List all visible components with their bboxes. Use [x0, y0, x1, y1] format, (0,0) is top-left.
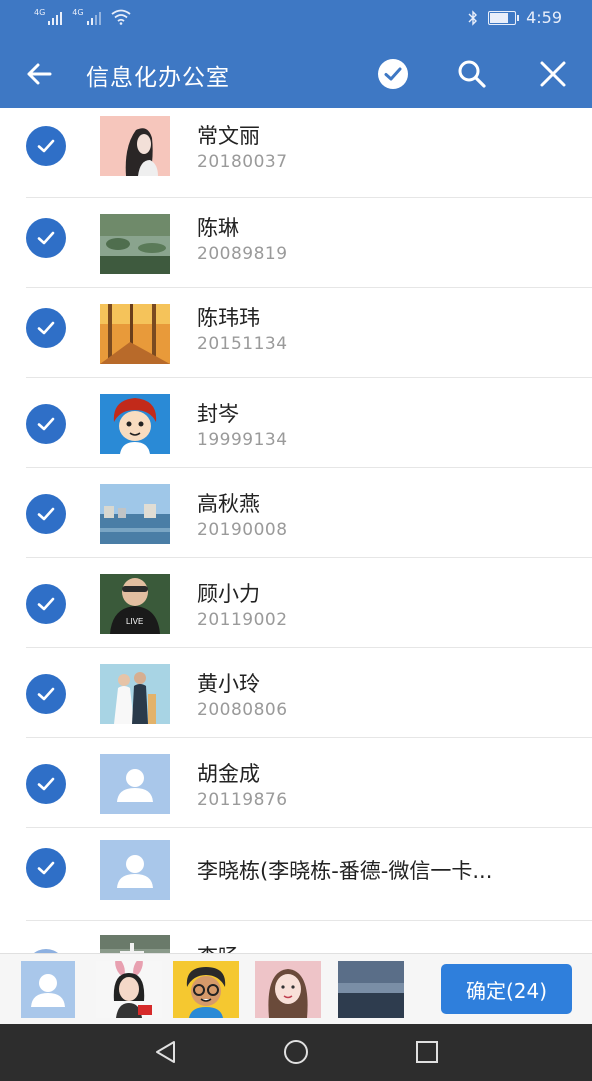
contact-name: 顾小力 [197, 582, 260, 606]
checked-icon[interactable] [26, 494, 66, 534]
system-nav-bar [0, 1024, 592, 1081]
avatar [100, 935, 170, 953]
home-circle-icon[interactable] [282, 1038, 310, 1066]
svg-text:LIVE: LIVE [126, 617, 143, 626]
contact-name: 李旸 [197, 941, 239, 953]
close-icon[interactable] [537, 58, 569, 90]
checked-icon[interactable] [26, 404, 66, 444]
contact-name: 陈玮玮 [197, 306, 260, 330]
network-type-1: 4G [34, 8, 46, 17]
contact-id: 19999134 [197, 430, 288, 450]
contact-row[interactable]: 李晓栋(李晓栋-番德-微信一卡... [0, 828, 592, 921]
contact-row[interactable]: 封岑 19999134 [0, 378, 592, 468]
contact-name: 高秋燕 [197, 492, 260, 516]
signal-icon: 4G [34, 8, 63, 25]
contact-row[interactable]: 胡金成 20119876 [0, 738, 592, 828]
default-avatar-icon [100, 754, 170, 814]
contact-list[interactable]: 常文丽 20180037 陈琳 20089819 陈玮玮 20151134 封岑… [0, 108, 592, 953]
contact-row[interactable]: 黄小玲 20080806 [0, 648, 592, 738]
recents-square-icon[interactable] [413, 1038, 441, 1066]
confirm-button[interactable]: 确定(24) [441, 964, 572, 1014]
back-arrow-icon[interactable] [24, 59, 54, 89]
contact-row[interactable]: 高秋燕 20190008 [0, 468, 592, 558]
contact-id: 20180037 [197, 152, 288, 172]
search-icon[interactable] [456, 58, 488, 90]
contact-id: 20119002 [197, 610, 288, 630]
back-triangle-icon[interactable] [152, 1038, 180, 1066]
wifi-icon [111, 9, 131, 25]
selected-avatar[interactable] [21, 961, 75, 1018]
avatar [100, 484, 170, 544]
contact-id: 20151134 [197, 334, 288, 354]
avatar [100, 394, 170, 454]
contact-row[interactable]: 李旸 [0, 921, 592, 953]
selected-avatar[interactable] [338, 961, 404, 1018]
status-time: 4:59 [526, 8, 562, 27]
page-title: 信息化办公室 [86, 65, 230, 91]
contact-id: 20190008 [197, 520, 288, 540]
contact-name: 黄小玲 [197, 672, 260, 696]
checked-icon[interactable] [26, 674, 66, 714]
contact-id: 20089819 [197, 244, 288, 264]
contact-name: 常文丽 [197, 124, 260, 148]
selected-avatar[interactable] [96, 961, 162, 1018]
contact-row[interactable]: 陈琳 20089819 [0, 198, 592, 288]
selected-avatar[interactable] [255, 961, 321, 1018]
select-all-check-icon[interactable] [377, 58, 409, 90]
network-type-2: 4G [72, 8, 84, 17]
status-bar: 4G 4G 4:59 [0, 0, 592, 38]
contact-row[interactable]: 常文丽 20180037 [0, 108, 592, 198]
selected-bar: 确定(24) [0, 953, 592, 1025]
app-bar: 信息化办公室 [0, 38, 592, 108]
avatar [100, 116, 170, 176]
checked-icon[interactable] [26, 126, 66, 166]
contact-name: 胡金成 [197, 762, 260, 786]
avatar: LIVE [100, 574, 170, 634]
checked-icon[interactable] [26, 218, 66, 258]
avatar [100, 304, 170, 364]
contact-row[interactable]: LIVE 顾小力 20119002 [0, 558, 592, 648]
contact-id: 20080806 [197, 700, 288, 720]
selected-avatar[interactable] [173, 961, 239, 1018]
checked-icon[interactable] [26, 584, 66, 624]
avatar [100, 664, 170, 724]
contact-name: 封岑 [197, 402, 239, 426]
checked-icon[interactable] [26, 848, 66, 888]
checked-icon[interactable] [26, 308, 66, 348]
avatar [100, 214, 170, 274]
contact-name: 李晓栋(李晓栋-番德-微信一卡... [197, 859, 493, 883]
contact-name: 陈琳 [197, 216, 239, 240]
contact-id: 20119876 [197, 790, 288, 810]
bluetooth-icon [468, 9, 478, 26]
default-avatar-icon [100, 840, 170, 900]
checked-icon[interactable] [26, 764, 66, 804]
battery-icon [488, 10, 520, 25]
signal-icon: 4G [72, 8, 101, 25]
contact-row[interactable]: 陈玮玮 20151134 [0, 288, 592, 378]
